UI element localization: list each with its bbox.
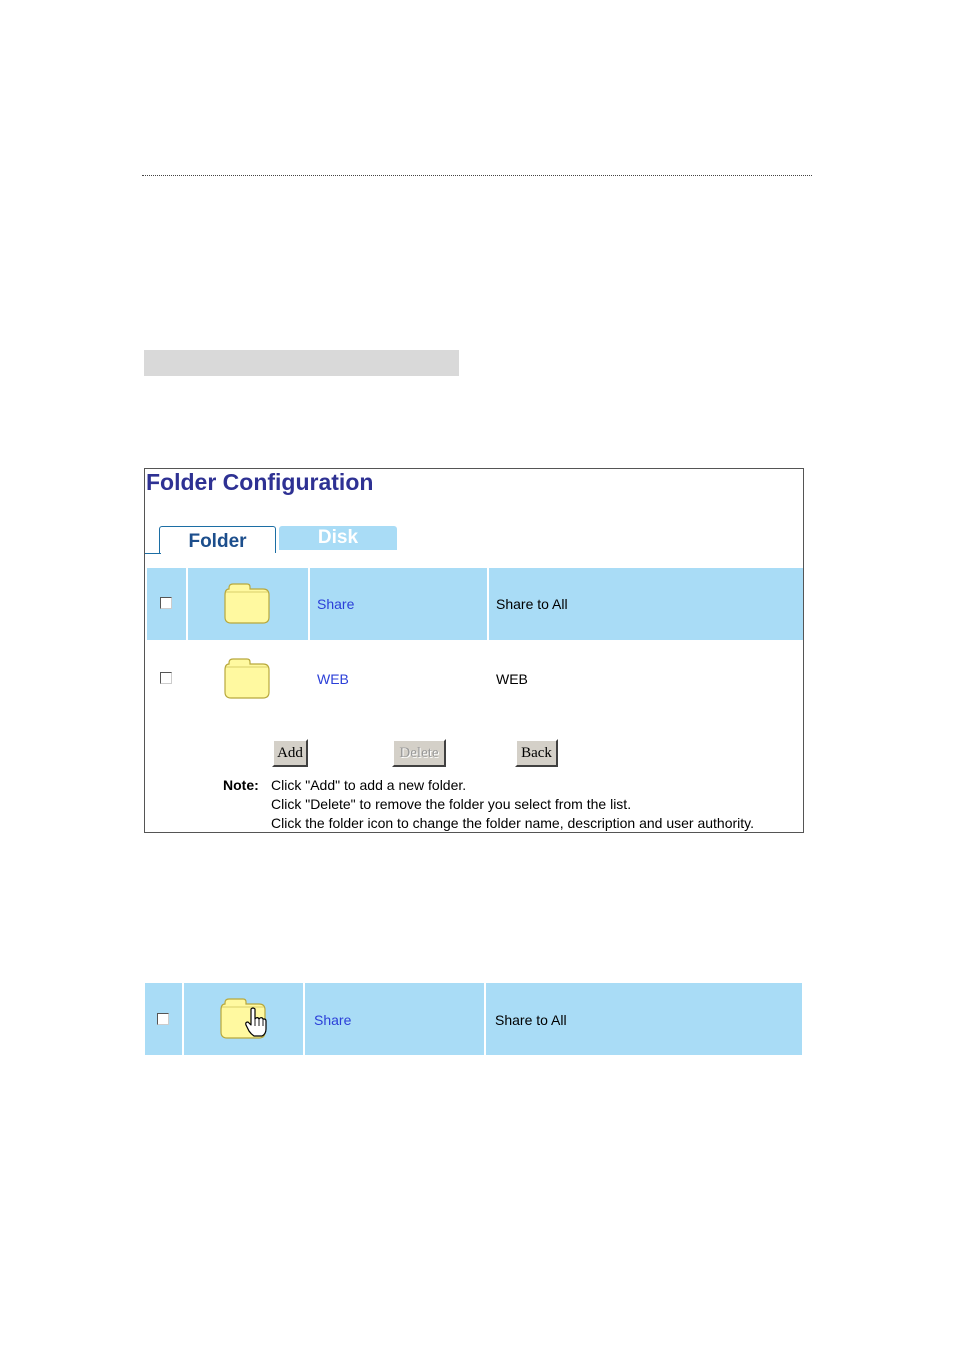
section-heading-bar xyxy=(144,350,459,376)
column-separator xyxy=(308,568,310,640)
table-row: WEB WEB xyxy=(147,643,803,715)
folder-icon[interactable] xyxy=(223,657,271,700)
column-separator xyxy=(186,568,188,640)
note-line: Click the folder icon to change the fold… xyxy=(271,815,755,831)
header-divider xyxy=(142,175,812,176)
column-separator xyxy=(182,983,184,1055)
folder-icon[interactable] xyxy=(223,582,271,625)
note-line: Click "Delete" to remove the folder you … xyxy=(271,796,632,812)
folder-name-link[interactable]: WEB xyxy=(317,671,349,687)
tab-folder[interactable]: Folder xyxy=(159,526,276,553)
folder-name-link[interactable]: Share xyxy=(314,1012,351,1028)
folder-description: WEB xyxy=(496,671,528,687)
column-separator xyxy=(303,983,305,1055)
add-button[interactable]: Add xyxy=(272,739,308,767)
delete-button[interactable]: Delete xyxy=(392,739,446,767)
tab-disk[interactable]: Disk xyxy=(279,526,397,550)
page-title: Folder Configuration xyxy=(146,469,374,495)
folder-description: Share to All xyxy=(495,1012,567,1028)
row-select-checkbox[interactable] xyxy=(160,597,172,609)
folder-configuration-panel: Folder Configuration Folder Disk Share S… xyxy=(144,468,804,833)
column-separator xyxy=(487,568,489,640)
back-button[interactable]: Back xyxy=(515,739,558,767)
table-row-detail: Share Share to All xyxy=(145,983,802,1055)
table-row: Share Share to All xyxy=(147,568,803,640)
note-label: Note: xyxy=(223,777,259,793)
folder-description: Share to All xyxy=(496,596,568,612)
row-select-checkbox[interactable] xyxy=(160,672,172,684)
row-select-checkbox[interactable] xyxy=(157,1013,169,1025)
hand-pointer-icon xyxy=(245,1007,267,1037)
note-line: Click "Add" to add a new folder. xyxy=(271,777,467,793)
column-separator xyxy=(484,983,486,1055)
tab-baseline xyxy=(145,553,161,554)
folder-name-link[interactable]: Share xyxy=(317,596,354,612)
